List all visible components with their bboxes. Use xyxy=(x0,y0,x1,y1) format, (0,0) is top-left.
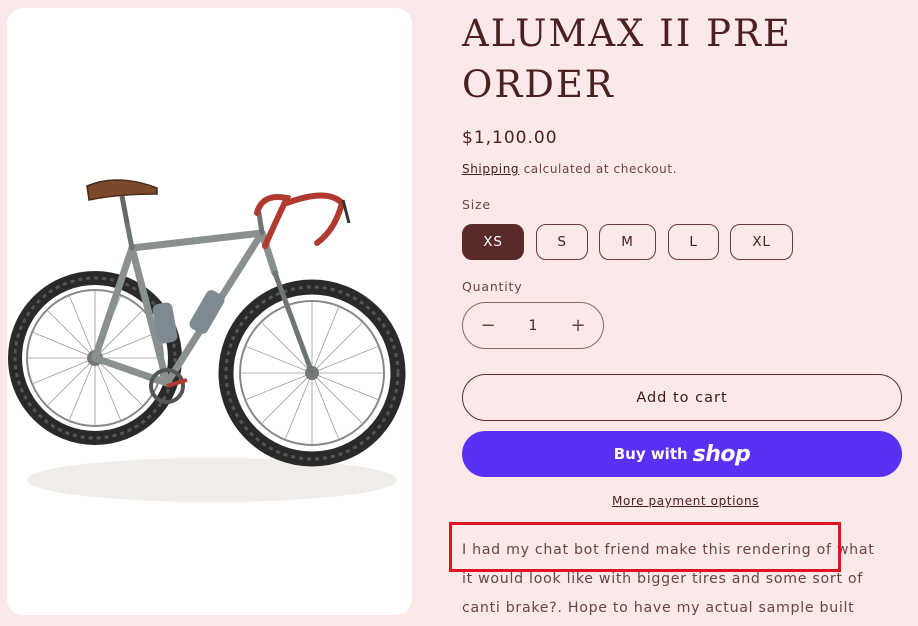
size-option-xs[interactable]: XS xyxy=(462,224,524,260)
product-bicycle-image xyxy=(8,179,406,502)
description-line: I had my chat bot friend make this rende… xyxy=(462,542,875,558)
shipping-note-text: calculated at checkout. xyxy=(519,162,678,176)
size-option-xl[interactable]: XL xyxy=(730,224,793,260)
product-description: I had my chat bot friend make this rende… xyxy=(462,536,907,623)
quantity-increase-button[interactable]: + xyxy=(567,315,589,336)
shipping-note: Shipping calculated at checkout. xyxy=(462,162,677,176)
shop-logo-icon: shop xyxy=(692,441,751,467)
more-payment-options-link[interactable]: More payment options xyxy=(612,494,759,508)
add-to-cart-button[interactable]: Add to cart xyxy=(462,374,902,421)
buy-with-shop-button[interactable]: Buy with shop xyxy=(462,431,902,477)
size-option-m[interactable]: M xyxy=(599,224,656,260)
quantity-input[interactable]: 1 xyxy=(529,318,538,334)
product-title: ALUMAX II PRE ORDER xyxy=(462,12,792,106)
size-option-s[interactable]: S xyxy=(536,224,588,260)
quantity-stepper: − 1 + xyxy=(462,302,604,349)
size-label: Size xyxy=(462,197,491,212)
product-image-card[interactable] xyxy=(7,8,412,615)
description-line: canti brake?. Hope to have my actual sam… xyxy=(462,600,855,616)
quantity-decrease-button[interactable]: − xyxy=(477,315,499,336)
product-price: $1,100.00 xyxy=(462,128,558,148)
description-line: it would look like with bigger tires and… xyxy=(462,571,863,587)
size-option-l[interactable]: L xyxy=(668,224,719,260)
shipping-link[interactable]: Shipping xyxy=(462,162,519,176)
buy-with-label: Buy with xyxy=(613,445,688,463)
quantity-label: Quantity xyxy=(462,279,523,294)
